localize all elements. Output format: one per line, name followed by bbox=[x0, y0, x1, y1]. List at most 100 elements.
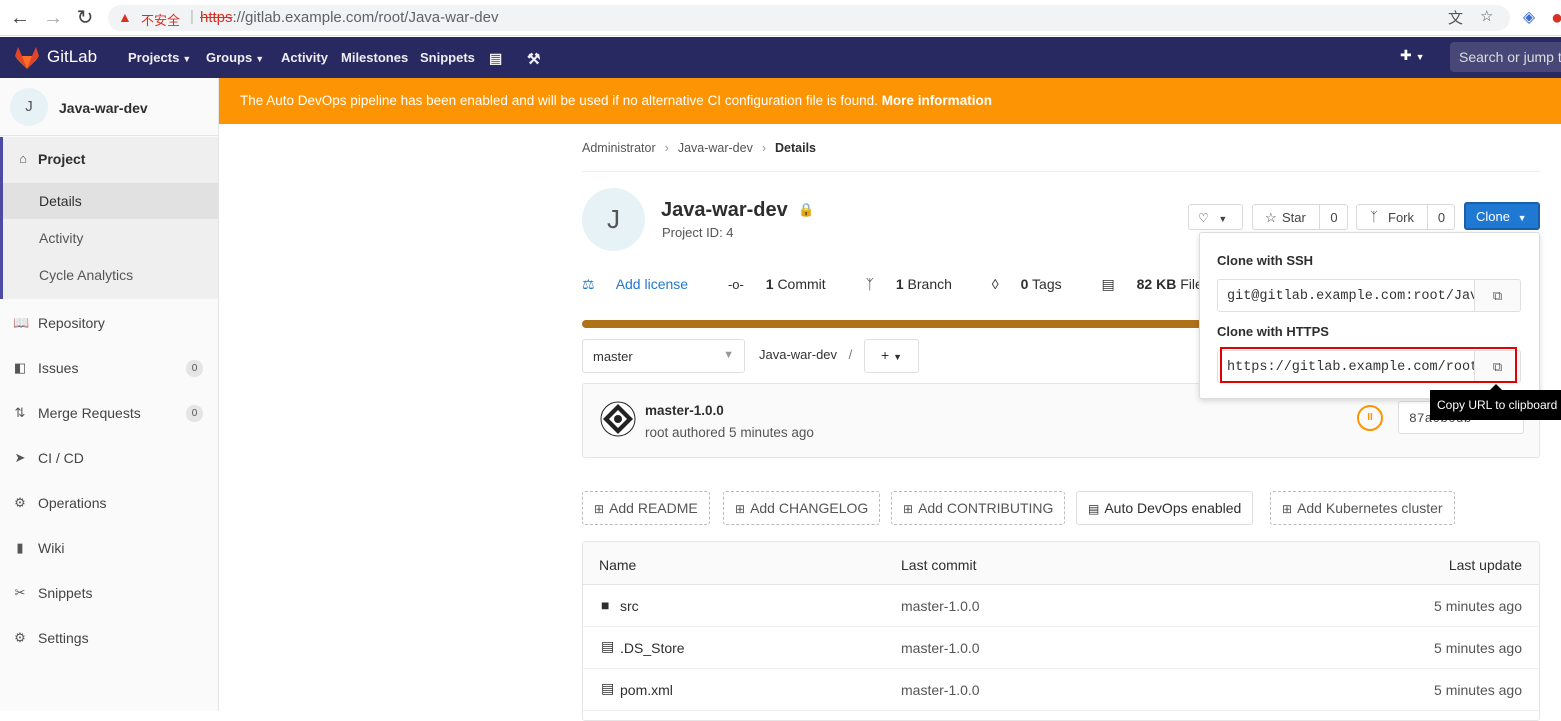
profile-icon[interactable]: ● bbox=[1550, 7, 1561, 29]
breadcrumb-administrator[interactable]: Administrator bbox=[582, 141, 656, 155]
table-header: Name Last commit Last update bbox=[583, 542, 1539, 585]
url-text[interactable]: https://gitlab.example.com/root/Java-war… bbox=[200, 9, 498, 26]
search-input[interactable]: Search or jump to bbox=[1450, 42, 1561, 72]
language-bar bbox=[582, 320, 1202, 328]
nav-groups[interactable]: Groups ▼ bbox=[206, 50, 264, 65]
new-dropdown-icon[interactable]: ✚ ▼ bbox=[1400, 47, 1425, 64]
clone-button[interactable]: Clone ▼ bbox=[1464, 202, 1540, 230]
table-row[interactable]: ▤ .DS_Store master-1.0.0 5 minutes ago bbox=[583, 627, 1539, 669]
address-bar[interactable]: ▲ 不安全 | https://gitlab.example.com/root/… bbox=[108, 5, 1510, 31]
wrench-icon[interactable]: ⚒ bbox=[527, 50, 540, 68]
sidebar-item-project[interactable]: ⌂ Project bbox=[0, 142, 218, 178]
plus-square-icon: ⊞ bbox=[1282, 502, 1293, 516]
gear-icon: ⚙ bbox=[14, 630, 26, 645]
add-kubernetes-button[interactable]: ⊞ Add Kubernetes cluster bbox=[1270, 491, 1455, 525]
top-navbar: GitLab Projects ▼ Groups ▼ Activity Milest… bbox=[0, 37, 1561, 78]
path-root-link[interactable]: Java-war-dev bbox=[759, 347, 837, 362]
sidebar-item-details[interactable]: Details bbox=[3, 183, 218, 219]
project-avatar: J bbox=[582, 188, 645, 251]
sidebar-item-activity[interactable]: Activity bbox=[3, 220, 218, 256]
sidebar-item-snippets[interactable]: ✂ Snippets bbox=[0, 576, 218, 612]
avatar[interactable] bbox=[600, 401, 636, 437]
table-row[interactable]: ▤ pom.xml master-1.0.0 5 minutes ago bbox=[583, 669, 1539, 711]
table-row[interactable]: ■ src master-1.0.0 5 minutes ago bbox=[583, 585, 1539, 627]
sidebar-project-name: Java-war-dev bbox=[59, 100, 148, 116]
breadcrumb: Administrator › Java-war-dev › Details bbox=[582, 141, 817, 155]
plus-icon: + bbox=[881, 347, 890, 363]
add-changelog-button[interactable]: ⊞ Add CHANGELOG bbox=[723, 491, 881, 525]
wiki-book-icon: ▮ bbox=[16, 540, 24, 555]
commit-title[interactable]: master-1.0.0 bbox=[645, 403, 724, 418]
insecure-label: 不安全 bbox=[141, 13, 181, 28]
copy-ssh-button[interactable]: ⧉ bbox=[1474, 280, 1520, 311]
branch-select[interactable]: master ▼ bbox=[582, 339, 745, 373]
cloud-gear-icon: ⚙ bbox=[14, 495, 26, 510]
clone-ssh-input[interactable]: git@gitlab.example.com:root/Java-war-dev… bbox=[1217, 279, 1521, 312]
gitlab-logo-icon[interactable] bbox=[14, 46, 40, 70]
chevron-down-icon: ▼ bbox=[1517, 213, 1527, 223]
file-icon: ▤ bbox=[601, 638, 615, 654]
notification-button[interactable]: ♡ ▼ bbox=[1188, 204, 1243, 230]
star-button[interactable]: ☆ Star 0 bbox=[1252, 204, 1348, 230]
project-id: Project ID: 4 bbox=[662, 225, 734, 240]
plus-square-icon: ⊞ bbox=[735, 502, 746, 516]
breadcrumb-current[interactable]: Details bbox=[775, 141, 816, 155]
auto-devops-button[interactable]: ▤ Auto DevOps enabled bbox=[1076, 491, 1254, 525]
sidebar-item-settings[interactable]: ⚙ Settings bbox=[0, 621, 218, 657]
star-count[interactable]: 0 bbox=[1319, 205, 1347, 229]
sidebar-project-header[interactable]: J Java-war-dev bbox=[0, 78, 218, 136]
issues-count-badge: 0 bbox=[186, 360, 203, 377]
extension-icon[interactable]: ◈ bbox=[1518, 7, 1540, 29]
lock-icon: 🔒 bbox=[798, 202, 815, 217]
rocket-icon: ➤ bbox=[14, 450, 26, 465]
commit-icon: -o- bbox=[727, 277, 744, 292]
tags-stat[interactable]: ◊ 0 Tags bbox=[992, 276, 1080, 292]
sidebar-item-merge-requests[interactable]: ⇅ Merge Requests 0 bbox=[0, 396, 218, 432]
add-license-link[interactable]: ⚖ Add license bbox=[582, 276, 706, 292]
sidebar-item-wiki[interactable]: ▮ Wiki bbox=[0, 531, 218, 567]
branches-stat[interactable]: ᛉ 1 Branch bbox=[866, 276, 970, 292]
pipeline-status-icon[interactable]: II bbox=[1357, 405, 1383, 431]
chart-icon[interactable]: ▤ bbox=[489, 50, 502, 67]
copy-tooltip: Copy URL to clipboard bbox=[1430, 384, 1561, 420]
highlight-box bbox=[1220, 347, 1517, 383]
plus-square-icon: ⊞ bbox=[903, 502, 914, 516]
branch-icon: ᛉ bbox=[865, 276, 874, 292]
fork-icon: ᛉ bbox=[1370, 209, 1378, 224]
clone-ssh-label: Clone with SSH bbox=[1217, 253, 1314, 268]
nav-snippets[interactable]: Snippets bbox=[420, 50, 475, 65]
sidebar-item-operations[interactable]: ⚙ Operations bbox=[0, 486, 218, 522]
forward-icon[interactable]: → bbox=[42, 7, 64, 29]
star-bookmark-icon[interactable]: ☆ bbox=[1480, 7, 1493, 25]
book-icon: 📖 bbox=[13, 315, 30, 330]
breadcrumb-project[interactable]: Java-war-dev bbox=[678, 141, 753, 155]
sidebar-item-repository[interactable]: 📖 Repository bbox=[0, 306, 218, 342]
file-icon: ▤ bbox=[1101, 276, 1115, 292]
nav-activity[interactable]: Activity bbox=[281, 50, 328, 65]
commits-stat[interactable]: -o- 1 Commit bbox=[728, 276, 844, 292]
merge-request-icon: ⇅ bbox=[14, 405, 26, 420]
add-file-dropdown[interactable]: + ▼ bbox=[864, 339, 919, 373]
reload-icon[interactable]: ↻ bbox=[74, 7, 96, 29]
more-information-link[interactable]: More information bbox=[882, 93, 992, 108]
add-readme-button[interactable]: ⊞ Add README bbox=[582, 491, 710, 525]
merge-requests-count-badge: 0 bbox=[186, 405, 203, 422]
brand-name[interactable]: GitLab bbox=[47, 47, 97, 67]
fork-count[interactable]: 0 bbox=[1427, 205, 1454, 229]
fork-button[interactable]: ᛉ Fork 0 bbox=[1356, 204, 1455, 230]
sidebar-item-ci-cd[interactable]: ➤ CI / CD bbox=[0, 441, 218, 477]
sidebar-item-cycle-analytics[interactable]: Cycle Analytics bbox=[3, 257, 218, 293]
translate-icon[interactable]: 文 bbox=[1448, 7, 1463, 28]
back-icon[interactable]: ← bbox=[9, 7, 31, 29]
folder-icon: ■ bbox=[601, 597, 610, 613]
nav-milestones[interactable]: Milestones bbox=[341, 50, 408, 65]
doc-icon: ▤ bbox=[1088, 502, 1100, 516]
avatar: J bbox=[10, 88, 48, 126]
nav-projects[interactable]: Projects ▼ bbox=[128, 50, 191, 65]
repo-path: Java-war-dev / bbox=[759, 347, 853, 362]
tag-icon: ◊ bbox=[991, 276, 999, 292]
add-contributing-button[interactable]: ⊞ Add CONTRIBUTING bbox=[891, 491, 1066, 525]
sidebar-item-issues[interactable]: ◧ Issues 0 bbox=[0, 351, 218, 387]
scissors-icon: ✂ bbox=[14, 585, 26, 600]
sidebar: J Java-war-dev ⌂ Project Details Activit… bbox=[0, 78, 219, 711]
